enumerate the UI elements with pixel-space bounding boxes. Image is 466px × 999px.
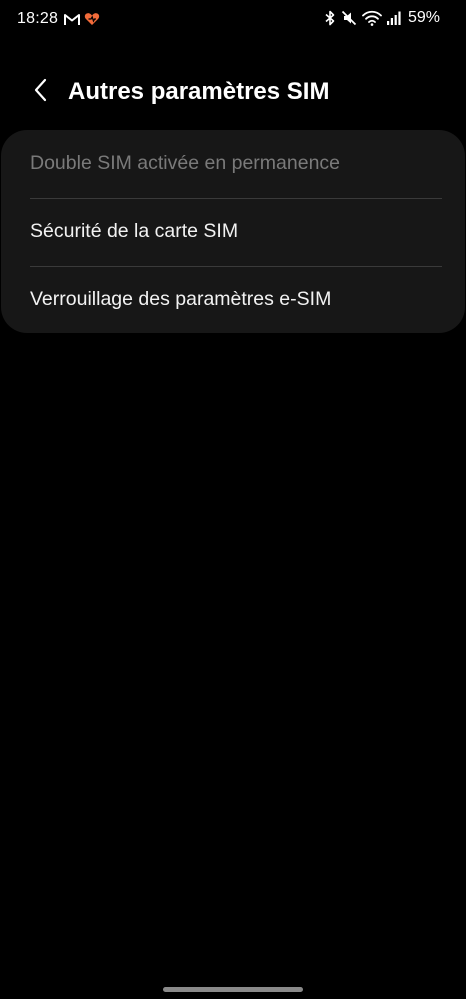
list-item-label: Sécurité de la carte SIM — [30, 220, 239, 242]
list-item-label: Double SIM activée en permanence — [30, 152, 341, 174]
top-app-bar: Autres paramètres SIM — [0, 66, 466, 118]
heart-app-icon — [84, 12, 100, 31]
back-button[interactable] — [22, 74, 58, 110]
status-time: 18:28 — [17, 10, 59, 27]
page-title: Autres paramètres SIM — [68, 78, 330, 105]
status-bar: 18:28 59% — [0, 0, 466, 40]
sim-card-security-item[interactable]: Sécurité de la carte SIM — [1, 198, 465, 266]
list-item-label: Verrouillage des paramètres e-SIM — [30, 288, 332, 310]
gmail-icon — [64, 13, 80, 31]
settings-card: Double SIM activée en permanence Sécurit… — [1, 130, 465, 333]
system-icons: 59% — [324, 9, 440, 27]
home-gesture-bar[interactable] — [163, 987, 303, 992]
dual-sim-always-on-item: Double SIM activée en permanence — [1, 130, 465, 198]
wifi-icon — [362, 10, 382, 26]
notification-icons — [64, 12, 100, 31]
signal-icon — [386, 11, 401, 25]
esim-settings-lock-item[interactable]: Verrouillage des paramètres e-SIM — [1, 266, 465, 334]
mute-icon — [341, 10, 357, 26]
bluetooth-icon — [324, 10, 336, 26]
chevron-left-icon — [33, 78, 47, 107]
battery-level: 59% — [407, 9, 440, 26]
